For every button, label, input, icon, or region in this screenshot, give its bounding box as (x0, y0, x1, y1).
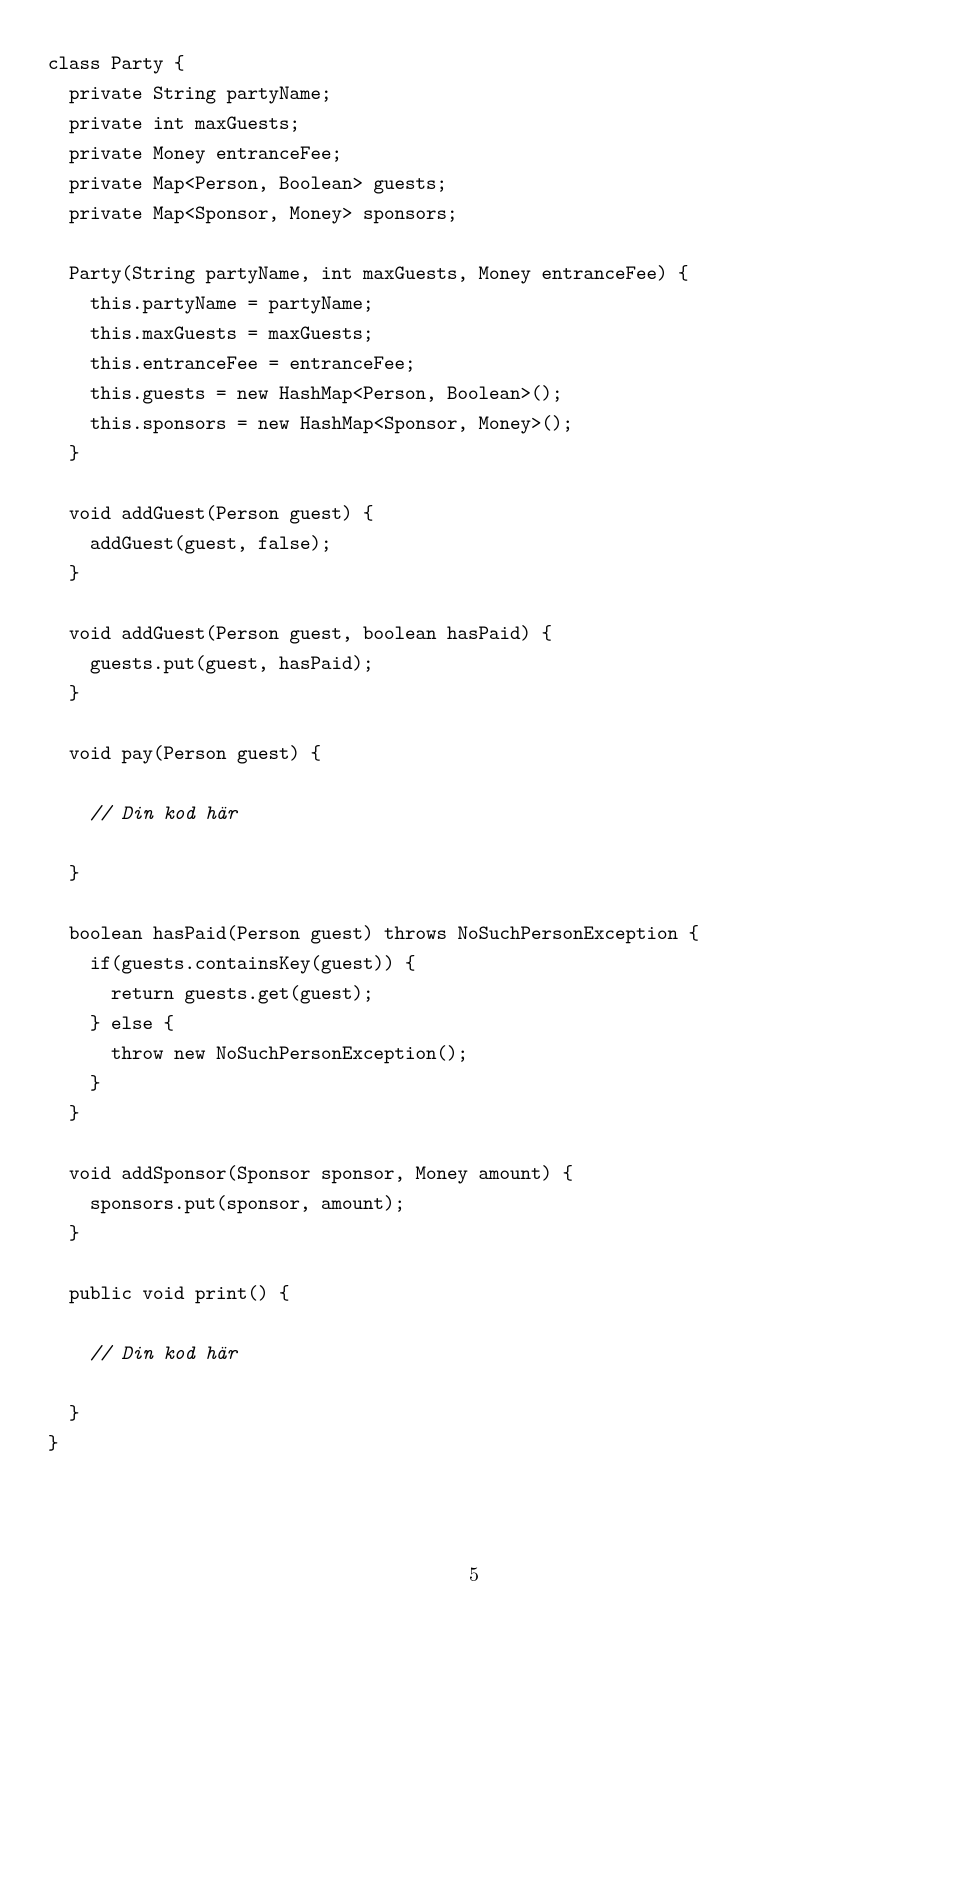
code-comment: // Din kod här (48, 800, 237, 826)
code-line: } (48, 1220, 80, 1246)
code-line: return guests.get(guest); (48, 980, 374, 1006)
code-line: void addSponsor(Sponsor sponsor, Money a… (48, 1160, 573, 1186)
code-line: addGuest(guest, false); (48, 530, 332, 556)
code-line: this.partyName = partyName; (48, 290, 374, 316)
code-line: } (48, 560, 80, 586)
code-line: } (48, 1100, 80, 1126)
code-line: private String partyName; (48, 80, 332, 106)
document-page: class Party { private String partyName; … (0, 0, 960, 1627)
code-comment: // Din kod här (48, 1340, 237, 1366)
code-line: } else { (48, 1010, 174, 1036)
code-line: void addGuest(Person guest, boolean hasP… (48, 620, 552, 646)
code-line: } (48, 860, 80, 886)
code-line: private Map<Person, Boolean> guests; (48, 170, 447, 196)
code-line: Party(String partyName, int maxGuests, M… (48, 260, 689, 286)
code-line: this.guests = new HashMap<Person, Boolea… (48, 380, 563, 406)
code-block: class Party { private String partyName; … (48, 48, 900, 1458)
code-line: } (48, 440, 80, 466)
code-line: } (48, 1070, 101, 1096)
code-line: public void print() { (48, 1280, 290, 1306)
code-line: void pay(Person guest) { (48, 740, 321, 766)
code-line: if(guests.containsKey(guest)) { (48, 950, 416, 976)
code-line: } (48, 1400, 80, 1426)
code-line: } (48, 680, 80, 706)
code-line: guests.put(guest, hasPaid); (48, 650, 374, 676)
code-line: this.maxGuests = maxGuests; (48, 320, 374, 346)
code-line: private Money entranceFee; (48, 140, 342, 166)
code-line: sponsors.put(sponsor, amount); (48, 1190, 405, 1216)
code-line: this.entranceFee = entranceFee; (48, 350, 416, 376)
code-line: class Party { (48, 50, 185, 76)
code-line: } (48, 1430, 59, 1456)
code-line: this.sponsors = new HashMap<Sponsor, Mon… (48, 410, 573, 436)
code-line: void addGuest(Person guest) { (48, 500, 374, 526)
page-number: 5 (48, 1558, 900, 1587)
code-line: throw new NoSuchPersonException(); (48, 1040, 468, 1066)
code-line: private int maxGuests; (48, 110, 300, 136)
code-line: private Map<Sponsor, Money> sponsors; (48, 200, 458, 226)
code-line: boolean hasPaid(Person guest) throws NoS… (48, 920, 699, 946)
